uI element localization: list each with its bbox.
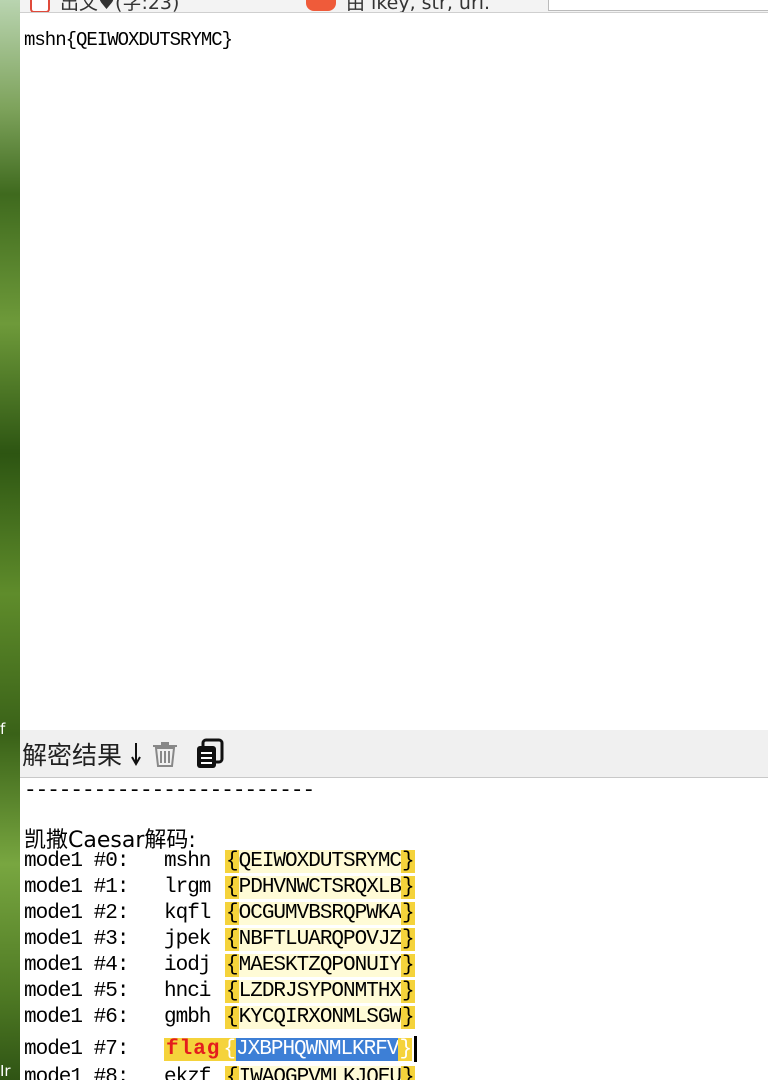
row-close-brace: } [398,1037,413,1061]
row-prefix: ekzf [164,1066,211,1080]
row-open-brace: { [225,980,239,1003]
result-row: mode1 #3: jpek {NBFTLUARQPOVJZ} [24,928,415,951]
input-textarea[interactable]: mshn{QEIWOXDUTSRYMC} [20,12,768,730]
row-inner: NBFTLUARQPOVJZ [238,928,402,951]
row-inner: LZDRJSYPONMTHX [238,980,402,1003]
separator-line: ------------------------- [24,780,315,803]
row-label: mode1 #6: [24,1006,129,1029]
row-close-brace: } [401,980,415,1003]
row-close-brace: } [401,1006,415,1029]
row-label: mode1 #5: [24,980,129,1003]
result-toolbar: 解密结果 [20,730,768,778]
tab-output[interactable]: 出文♥(字:23) [30,0,179,12]
row-inner: OCGUMVBSRQPWKA [238,902,402,925]
row-prefix: kqfl [164,902,211,925]
row-prefix: jpek [164,928,211,951]
row-prefix: mshn [164,850,211,873]
row-inner: KYCQIRXONMLSGW [238,1006,402,1029]
row-inner: PDHVNWCTSRQXLB [238,876,402,899]
tab-tool[interactable]: 由 lkey, str, url. [306,0,490,12]
address-field[interactable] [548,0,768,11]
row-open-brace: { [225,954,239,977]
arrow-down-icon[interactable] [130,741,142,767]
row-open-brace: { [225,928,239,951]
row-label: mode1 #4: [24,954,129,977]
row-close-brace: } [401,850,415,873]
copy-icon[interactable] [194,738,226,770]
row-prefix: lrgm [164,876,211,899]
row-inner: MAESKTZQPONUIY [238,954,402,977]
flag-keyword[interactable]: flag [164,1037,223,1061]
row-label: mode1 #2: [24,902,129,925]
row-close-brace: } [401,1066,415,1080]
row-prefix: iodj [164,954,211,977]
row-label: mode1 #8: [24,1066,129,1080]
output-textarea[interactable]: ------------------------- 凯撒Caesar解码: mo… [20,778,768,1080]
result-row: mode1 #6: gmbh {KYCQIRXONMLSGW} [24,1006,415,1029]
trash-icon[interactable] [150,739,180,769]
row-open-brace: { [225,1006,239,1029]
row-label: mode1 #0: [24,850,129,873]
row-open-brace: { [222,1037,237,1061]
ciphertext-value: mshn{QEIWOXDUTSRYMC} [24,29,233,51]
tab-label: 由 lkey, str, url. [346,0,491,12]
row-open-brace: { [225,1066,239,1080]
result-row: mode1 #1: lrgm {PDHVNWCTSRQXLB} [24,876,415,899]
result-row: mode1 #0: mshn {QEIWOXDUTSRYMC} [24,850,415,873]
row-label: mode1 #3: [24,928,129,951]
desktop-label: f [0,720,6,738]
text-caret [414,1036,418,1062]
row-prefix: gmbh [164,1006,211,1029]
row-prefix: hnci [164,980,211,1003]
row-inner: IWAOGPVMLKJQEU [238,1066,402,1080]
document-icon [30,0,50,12]
tab-label: 出文♥(字:23) [60,0,180,12]
result-title: 解密结果 [22,740,123,770]
row-inner: QEIWOXDUTSRYMC [238,850,402,873]
desktop-background: f Ir [0,0,20,1080]
row-close-brace: } [401,876,415,899]
row-open-brace: { [225,876,239,899]
result-row: mode1 #2: kqfl {OCGUMVBSRQPWKA} [24,902,415,925]
row-open-brace: { [225,850,239,873]
row-close-brace: } [401,902,415,925]
row-label: mode1 #7: [24,1037,129,1061]
tab-bar: 出文♥(字:23) 由 lkey, str, url. [20,0,768,12]
app-icon [306,0,336,11]
result-row: mode1 #4: iodj {MAESKTZQPONUIY} [24,954,415,977]
result-row: mode1 #8: ekzf {IWAOGPVMLKJQEU} [24,1066,415,1080]
row-close-brace: } [401,954,415,977]
row-open-brace: { [225,902,239,925]
selected-text[interactable]: JXBPHQWNMLKRFV [236,1037,399,1061]
row-close-brace: } [401,928,415,951]
row-label: mode1 #1: [24,876,129,899]
result-row-flag: mode1 #7: flag{JXBPHQWNMLKRFV} [24,1036,418,1062]
result-row: mode1 #5: hnci {LZDRJSYPONMTHX} [24,980,415,1003]
desktop-label: Ir [0,1062,11,1080]
